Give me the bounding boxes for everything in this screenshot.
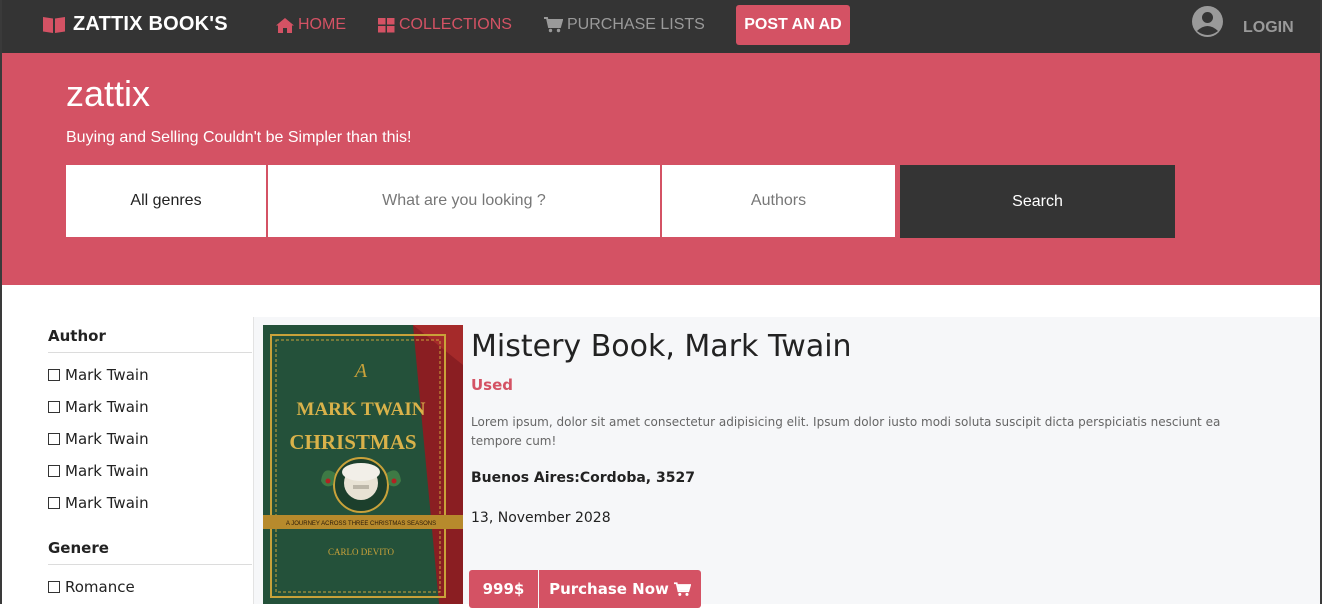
hero-title: zattix [66, 73, 151, 114]
author-filter-item[interactable]: Mark Twain [48, 430, 149, 448]
page: ZATTIX BOOK'S HOME COLLECTIONS PURCHASE … [0, 0, 1322, 608]
author-filter-label: Mark Twain [65, 366, 149, 384]
search-button[interactable]: Search [900, 165, 1175, 238]
post-ad-button[interactable]: POST AN AD [736, 5, 850, 45]
nav-purchase-lists[interactable]: PURCHASE LISTS [544, 16, 705, 34]
hero-banner: zattix Buying and Selling Couldn't be Si… [2, 53, 1320, 285]
divider [48, 564, 252, 565]
login-link[interactable]: LOGIN [1243, 19, 1294, 37]
checkbox[interactable] [48, 581, 60, 593]
genre-filter-label: Romance [65, 578, 135, 596]
nav-home-label: HOME [298, 16, 346, 33]
nav-purchase-label: PURCHASE LISTS [567, 16, 705, 33]
authors-input[interactable]: Authors [662, 165, 895, 237]
author-filter-item[interactable]: Mark Twain [48, 494, 149, 512]
cart-icon [673, 581, 691, 596]
filter-sidebar [2, 317, 254, 604]
author-filter-label: Mark Twain [65, 398, 149, 416]
checkbox[interactable] [48, 465, 60, 477]
checkbox[interactable] [48, 401, 60, 413]
grid-icon [378, 17, 395, 32]
genre-filter-item[interactable]: Romance [48, 578, 135, 596]
checkbox[interactable] [48, 433, 60, 445]
checkbox[interactable] [48, 497, 60, 509]
purchase-now-label: Purchase Now [549, 580, 669, 598]
book-title[interactable]: Mistery Book, Mark Twain [471, 329, 852, 364]
book-icon [42, 16, 66, 34]
genre-select[interactable]: All genres [66, 165, 266, 237]
window-border-left [0, 0, 2, 604]
author-filter-label: Mark Twain [65, 494, 149, 512]
book-location: Buenos Aires:Cordoba, 3527 [471, 470, 695, 486]
author-filter-label: Mark Twain [65, 430, 149, 448]
navbar: ZATTIX BOOK'S HOME COLLECTIONS PURCHASE … [0, 0, 1322, 53]
author-filter-label: Mark Twain [65, 462, 149, 480]
book-date: 13, November 2028 [471, 510, 611, 526]
nav-collections-label: COLLECTIONS [399, 16, 512, 33]
cover-banner-text: A JOURNEY ACROSS THREE CHRISTMAS SEASONS [286, 521, 436, 527]
nav-home[interactable]: HOME [276, 16, 346, 34]
hero-subtitle: Buying and Selling Couldn't be Simpler t… [66, 129, 412, 146]
checkbox[interactable] [48, 369, 60, 381]
nav-collections[interactable]: COLLECTIONS [378, 16, 512, 34]
book-description: Lorem ipsum, dolor sit amet consectetur … [471, 415, 1221, 448]
author-filter-item[interactable]: Mark Twain [48, 462, 149, 480]
cart-icon [544, 17, 563, 33]
brand-logo[interactable]: ZATTIX BOOK'S [42, 13, 228, 36]
divider [48, 352, 252, 353]
purchase-now-button[interactable]: Purchase Now [539, 570, 701, 608]
cover-title-line1: MARK TWAIN [297, 399, 426, 420]
book-condition-badge: Used [471, 376, 514, 394]
cover-top-text: A [353, 360, 368, 382]
search-input[interactable]: What are you looking ? [268, 165, 660, 237]
cover-title-line2: CHRISTMAS [289, 430, 416, 454]
home-icon [276, 17, 294, 33]
genre-filter-heading: Genere [48, 539, 109, 557]
cover-author: CARLO DEVITO [328, 547, 395, 557]
author-filter-item[interactable]: Mark Twain [48, 366, 149, 384]
brand-name: ZATTIX BOOK'S [73, 13, 228, 35]
user-circle-icon[interactable] [1192, 6, 1223, 42]
author-filter-heading: Author [48, 327, 106, 345]
book-cover-image[interactable]: A MARK TWAIN CHRISTMAS A JOURNEY ACROSS … [263, 325, 463, 604]
author-filter-item[interactable]: Mark Twain [48, 398, 149, 416]
price-button[interactable]: 999$ [469, 570, 538, 608]
